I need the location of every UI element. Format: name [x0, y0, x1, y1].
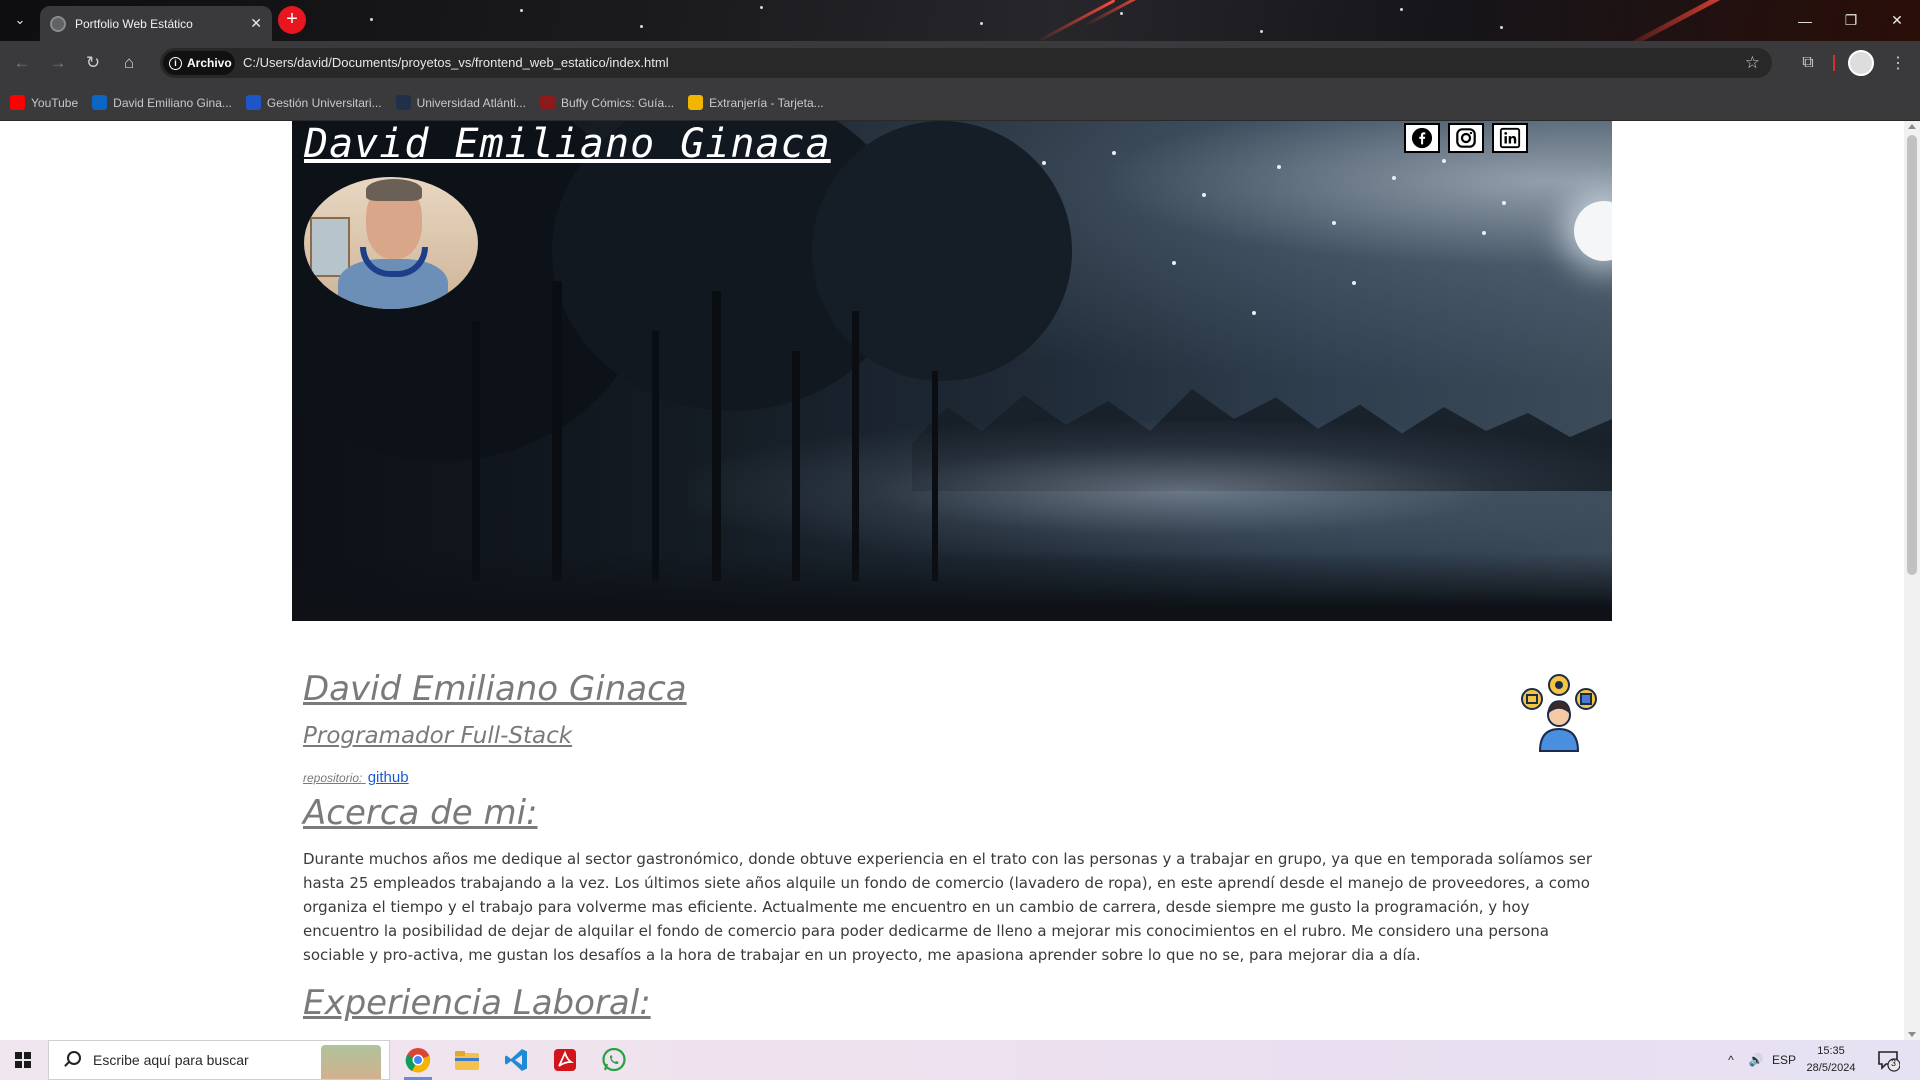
extensions-icon[interactable]: ⧉: [1794, 49, 1822, 77]
instagram-link[interactable]: [1448, 123, 1484, 153]
taskbar-search[interactable]: Escribe aquí para buscar: [48, 1040, 390, 1080]
bookmark-buffy[interactable]: Buffy Cómics: Guía...: [539, 95, 674, 110]
tab-title: Portfolio Web Estático: [75, 16, 193, 31]
close-tab-icon[interactable]: ✕: [250, 15, 262, 32]
page-viewport: David Emiliano Ginaca David Emiliano Gin…: [0, 121, 1904, 1040]
site-info-chip[interactable]: i Archivo: [163, 51, 235, 75]
bookmark-extranjeria[interactable]: Extranjería - Tarjeta...: [688, 95, 824, 110]
menu-dots-icon[interactable]: ⋮: [1884, 49, 1912, 77]
developer-icon: [1521, 674, 1597, 752]
linkedin-icon: [92, 95, 108, 110]
facebook-link[interactable]: [1404, 123, 1440, 153]
search-icon: [61, 1049, 83, 1071]
bookmark-star-icon[interactable]: ☆: [1745, 53, 1760, 73]
role-heading: Programador Full-Stack: [303, 723, 573, 749]
start-button[interactable]: [0, 1040, 46, 1080]
profile-avatar[interactable]: [1846, 49, 1876, 77]
site-chip-label: Archivo: [187, 56, 232, 70]
about-heading: Acerca de mi:: [303, 793, 538, 833]
info-icon: i: [169, 56, 182, 70]
search-placeholder: Escribe aquí para buscar: [93, 1052, 249, 1068]
notification-icon: [1878, 1051, 1901, 1072]
bookmark-favicon-icon: [688, 95, 704, 110]
new-tab-button[interactable]: +: [278, 6, 306, 34]
hero-banner: David Emiliano Ginaca: [292, 121, 1612, 621]
bookmark-universidad[interactable]: Universidad Atlánti...: [395, 95, 526, 110]
toolbar: ← → ↻ ⌂ i Archivo C:/Users/david/Documen…: [0, 41, 1920, 85]
windows-logo-icon: [15, 1052, 31, 1068]
bookmark-youtube[interactable]: YouTube: [10, 95, 78, 110]
close-window-button[interactable]: ✕: [1874, 0, 1920, 41]
scroll-up-arrow-icon[interactable]: [1908, 124, 1916, 129]
whatsapp-icon: [602, 1047, 626, 1072]
about-paragraph: Durante muchos años me dedique al sector…: [303, 850, 1593, 964]
notification-count: 3: [1891, 1058, 1897, 1068]
home-button[interactable]: ⌂: [115, 49, 143, 77]
address-bar[interactable]: i Archivo C:/Users/david/Documents/proye…: [160, 48, 1772, 78]
scroll-down-arrow-icon[interactable]: [1908, 1032, 1916, 1037]
show-hidden-icons-button[interactable]: ^: [1720, 1040, 1742, 1080]
chrome-icon: [405, 1048, 430, 1073]
back-button[interactable]: ←: [8, 49, 36, 77]
url-text: C:/Users/david/Documents/proyetos_vs/fro…: [243, 55, 669, 70]
bookmark-gestion[interactable]: Gestión Universitari...: [245, 95, 382, 110]
notifications-button[interactable]: 3: [1876, 1048, 1901, 1072]
minimize-button[interactable]: —: [1782, 0, 1828, 41]
globe-icon: [50, 15, 66, 32]
github-link[interactable]: github: [368, 769, 409, 786]
tab-list-button[interactable]: ⌄: [8, 8, 32, 32]
taskbar-vscode[interactable]: [492, 1040, 540, 1080]
tab-strip: ⌄ Portfolio Web Estático ✕ + — ❐ ✕: [0, 0, 1920, 41]
pdf-icon: [554, 1049, 576, 1071]
bookmark-favicon-icon: [245, 95, 261, 110]
vscode-icon: [505, 1049, 527, 1071]
active-tab[interactable]: Portfolio Web Estático ✕: [40, 6, 272, 41]
experience-heading: Experiencia Laboral:: [303, 983, 651, 1023]
facebook-icon: [1411, 127, 1433, 149]
scrollbar-thumb[interactable]: [1907, 135, 1917, 575]
profile-photo: [304, 177, 478, 309]
linkedin-link[interactable]: [1492, 123, 1528, 153]
youtube-icon: [10, 95, 25, 110]
bookmark-favicon-icon: [395, 95, 411, 110]
taskbar-whatsapp[interactable]: [590, 1040, 638, 1080]
name-heading: David Emiliano Ginaca: [303, 669, 687, 709]
search-highlight-image: [321, 1045, 381, 1079]
bookmark-linkedin[interactable]: David Emiliano Gina...: [92, 95, 232, 110]
forward-button[interactable]: →: [44, 49, 72, 77]
folder-icon: [455, 1051, 479, 1070]
page-scrollbar[interactable]: [1904, 121, 1920, 1040]
instagram-icon: [1456, 128, 1476, 148]
bookmarks-bar: YouTube David Emiliano Gina... Gestión U…: [0, 85, 1920, 121]
bookmark-favicon-icon: [539, 95, 555, 110]
repo-label: repositorio:: [303, 771, 363, 785]
reload-button[interactable]: ↻: [79, 49, 107, 77]
taskbar-file-explorer[interactable]: [443, 1040, 491, 1080]
browser-chrome: ⌄ Portfolio Web Estático ✕ + — ❐ ✕ ← → ↻…: [0, 0, 1920, 121]
taskbar-chrome[interactable]: [394, 1040, 442, 1080]
clock[interactable]: 15:35 28/5/2024: [1796, 1043, 1866, 1077]
volume-icon[interactable]: 🔊: [1744, 1040, 1768, 1080]
language-indicator[interactable]: ESP: [1770, 1040, 1798, 1080]
taskbar-acrobat[interactable]: [541, 1040, 589, 1080]
windows-taskbar: Escribe aquí para buscar ^ 🔊 ESP 15:35 2…: [0, 1040, 1920, 1080]
clock-time: 15:35: [1817, 1045, 1845, 1057]
hero-title: David Emiliano Ginaca: [304, 121, 831, 167]
clock-date: 28/5/2024: [1806, 1062, 1856, 1074]
restore-button[interactable]: ❐: [1828, 0, 1874, 41]
linkedin-icon: [1499, 127, 1521, 149]
repository-line: repositorio: github: [303, 769, 409, 786]
